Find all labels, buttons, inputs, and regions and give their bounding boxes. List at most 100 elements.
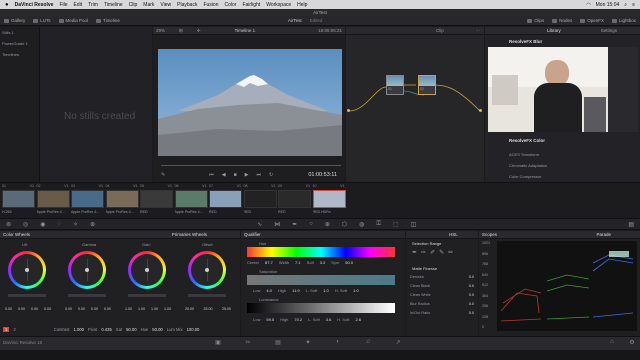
3d-icon[interactable]: ◫ (411, 221, 417, 228)
loop-icon[interactable]: ↻ (269, 172, 273, 178)
clip-item[interactable]: 06 V1 Apple ProRes 4... (174, 183, 209, 219)
wheel-value[interactable]: 0.00 (65, 307, 72, 311)
lightbox-button[interactable]: Lightbox (611, 18, 636, 23)
wifi-icon[interactable]: ◠ (586, 2, 590, 8)
wheel-value[interactable]: 1.00 (164, 307, 171, 311)
matte-value[interactable]: 0.0 (469, 275, 474, 279)
gallery-button[interactable]: Gallery (4, 18, 25, 23)
tab-settings[interactable]: Settings (601, 28, 617, 33)
tab-library[interactable]: Library (547, 28, 561, 33)
hue-bar[interactable] (247, 247, 395, 257)
zoom-level[interactable]: 29% (156, 28, 165, 33)
wheel-value[interactable]: 0.00 (18, 307, 25, 311)
viewer-image[interactable] (158, 49, 342, 156)
menu-fusion[interactable]: Fusion (203, 2, 218, 8)
settings-icon[interactable]: ⚙ (620, 337, 640, 347)
qualifier-mode[interactable]: HSL (449, 232, 458, 237)
hue-center[interactable]: 87.7 (265, 260, 273, 265)
picker-icon[interactable]: ✒ (412, 249, 417, 256)
rgb-mixer-icon[interactable]: ◌ (58, 221, 62, 227)
openfx-button[interactable]: OpenFX (580, 18, 604, 23)
wheel-value[interactable]: 0.00 (5, 307, 12, 311)
master-wheel-slider[interactable] (188, 294, 226, 297)
apple-icon[interactable]: ● (5, 2, 9, 8)
grid-icon[interactable]: ⊞ (179, 28, 183, 34)
clip-item[interactable]: 03 V1 Apple ProRes 4... (71, 183, 105, 219)
sizing-icon[interactable]: ⬚ (393, 221, 399, 228)
deliver-page-icon[interactable]: ↗ (386, 337, 410, 347)
go-end-icon[interactable]: ⏭ (256, 172, 261, 178)
wheel-value[interactable]: 25.00 (185, 307, 194, 311)
node-01[interactable]: 01 (386, 75, 404, 95)
wheel-value[interactable]: 0.00 (31, 307, 38, 311)
wheel-value[interactable]: 1.00 (138, 307, 145, 311)
wheel-value[interactable]: 1.00 (125, 307, 132, 311)
menu-help[interactable]: Help (297, 2, 307, 8)
blur-icon[interactable]: ◍ (359, 221, 364, 228)
menu-app-name[interactable]: DaVinci Resolve (15, 2, 54, 8)
hue-soft[interactable]: 3.2 (320, 260, 326, 265)
play-icon[interactable]: ▶ (245, 172, 249, 178)
edit-page-icon[interactable]: ▤ (266, 337, 290, 347)
primaries-mode[interactable]: Primaries Wheels (172, 232, 207, 237)
album-powergrade[interactable]: PowerGrade 1 (2, 41, 37, 46)
wheel-puck[interactable] (25, 268, 29, 272)
matte-value[interactable]: 0.0 (469, 302, 474, 306)
motion-icon[interactable]: ✧ (73, 221, 78, 228)
album-stills[interactable]: Stills 1 (2, 30, 37, 35)
timeline-button[interactable]: Timeline (96, 18, 120, 23)
wheel-value[interactable]: 0.00 (44, 307, 51, 311)
clip-item[interactable]: 05 V1 RED (140, 183, 174, 219)
master-wheel-slider[interactable] (68, 294, 106, 297)
offset-wheel[interactable] (188, 251, 226, 289)
master-wheel-slider[interactable] (128, 294, 166, 297)
curves-icon[interactable]: ∿ (257, 221, 262, 228)
media-page-icon[interactable]: ▣ (206, 337, 230, 347)
wheel-value[interactable]: 0.00 (104, 307, 111, 311)
pivot-value[interactable]: 0.435 (101, 327, 111, 332)
fairlight-page-icon[interactable]: ♫ (356, 337, 380, 347)
feather-plus-icon[interactable]: ✏ (448, 249, 453, 256)
sat-hsoft[interactable]: 1.0 (353, 288, 359, 293)
sat-high[interactable]: 11.9 (292, 288, 300, 293)
reverse-icon[interactable]: ◀ (222, 172, 226, 178)
menu-fairlight[interactable]: Fairlight (242, 2, 260, 8)
menu-timeline[interactable]: Timeline (104, 2, 123, 8)
lift-wheel[interactable] (8, 251, 46, 289)
node-input-dot[interactable] (347, 109, 350, 112)
qualifier-icon[interactable]: ✒ (292, 221, 297, 228)
album-timelines[interactable]: Timelines (2, 52, 37, 57)
clip-item[interactable]: 01 V1 H.264 (2, 183, 36, 219)
matte-value[interactable]: 0.0 (469, 311, 474, 315)
feather-minus-icon[interactable]: ✎ (439, 249, 444, 256)
node-output-dot[interactable] (479, 109, 482, 112)
scope-mode[interactable]: Parade (596, 232, 611, 237)
warper-icon[interactable]: ⋈ (274, 221, 280, 228)
sat-lsoft[interactable]: 1.0 (323, 288, 329, 293)
fx-aces[interactable]: ACES Transform (509, 152, 539, 157)
menu-edit[interactable]: Edit (74, 2, 83, 8)
page-1[interactable]: 1 (3, 326, 10, 332)
clip-item[interactable]: 10 V1 RED HDRx (312, 183, 347, 219)
lum-low[interactable]: 59.5 (266, 317, 274, 322)
luminance-bar[interactable] (247, 303, 395, 313)
clip-item[interactable]: 04 V1 Apple ProRes 4... (105, 183, 140, 219)
lum-lsoft[interactable]: 3.6 (326, 317, 332, 322)
clip-item[interactable]: 08 V1 RED (243, 183, 278, 219)
wheel-value[interactable]: 25.00 (222, 307, 231, 311)
pencil-icon[interactable]: ✎ (161, 172, 165, 178)
menu-file[interactable]: File (59, 2, 67, 8)
master-wheel-slider[interactable] (8, 294, 46, 297)
contrast-value[interactable]: 1.000 (74, 327, 84, 332)
page-2[interactable]: 2 (13, 327, 15, 332)
wand-icon[interactable]: ✢ (197, 28, 201, 34)
wheel-puck[interactable] (85, 268, 89, 272)
node-02[interactable]: 02 (418, 75, 436, 95)
fusion-page-icon[interactable]: ✦ (296, 337, 320, 347)
gain-wheel[interactable] (128, 251, 166, 289)
tracker-icon[interactable]: ⊕ (325, 221, 330, 228)
wheel-value[interactable]: 1.00 (151, 307, 158, 311)
hue-width[interactable]: 7.1 (295, 260, 301, 265)
media-pool-button[interactable]: Media Pool (58, 18, 88, 23)
clip-item[interactable]: 07 V1 RED (209, 183, 243, 219)
